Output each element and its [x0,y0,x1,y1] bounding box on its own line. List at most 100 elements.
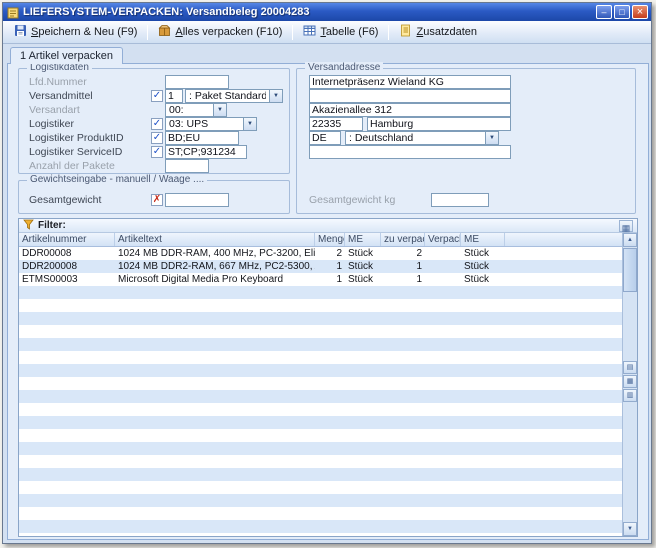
cell-artikelnummer: DDR200008 [19,260,115,273]
produkt-id-row: Logistiker ProduktID [19,131,289,145]
table-row-empty[interactable] [19,455,622,468]
gesamtgewicht-label: Gesamtgewicht [29,194,101,206]
table-row-empty[interactable] [19,442,622,455]
versandmittel-code-input[interactable] [165,89,183,103]
table-row-empty[interactable] [19,351,622,364]
address-city-row [297,117,635,131]
address-city-input[interactable] [367,117,511,131]
table-row-empty[interactable] [19,325,622,338]
close-button[interactable] [632,5,648,19]
cell-menge: 1 [315,273,345,286]
column-header-me[interactable]: ME [345,233,381,246]
cell-me: Stück [345,260,381,273]
produkt-id-checked-icon[interactable] [151,132,163,144]
logistiker-combo-input[interactable] [165,117,243,131]
cell-verpackt [425,273,461,286]
toolbar-separator [388,25,389,40]
country-combo-input[interactable] [345,131,485,145]
column-header-menge[interactable]: Menge [315,233,345,246]
address-street-input[interactable] [309,103,511,117]
address-extra-row [297,145,635,159]
service-id-checked-icon[interactable] [151,146,163,158]
versandart-combo-input[interactable] [165,103,213,117]
logistiker-combo[interactable] [165,117,257,131]
grid-tool-rows-icon[interactable] [623,361,637,374]
table-row-empty[interactable] [19,429,622,442]
cell-me: Stück [345,273,381,286]
logistiker-checked-icon[interactable] [151,118,163,130]
column-header-me2[interactable]: ME [461,233,505,246]
address-name2-input[interactable] [309,89,511,103]
column-header-zu-verpacken[interactable]: zu verpacke [381,233,425,246]
table-row-empty[interactable] [19,494,622,507]
service-id-input[interactable] [165,145,247,159]
scroll-down-icon[interactable] [623,522,637,536]
table-row-empty[interactable] [19,520,622,533]
versandmittel-combo[interactable] [185,89,283,103]
grid-side-tools [623,361,637,403]
cell-artikeltext: Microsoft Digital Media Pro Keyboard [115,273,315,286]
versandmittel-label: Versandmittel [29,90,93,102]
grid-tool-grid-icon[interactable] [623,375,637,388]
table-row-empty[interactable] [19,403,622,416]
lfd-nummer-input[interactable] [165,75,229,89]
versandadresse-group: Versandadresse [296,68,636,214]
scroll-up-icon[interactable] [623,233,637,247]
column-header-artikelnummer[interactable]: Artikelnummer [19,233,115,246]
anzahl-pakete-row: Anzahl der Pakete [19,159,289,173]
table-row-empty[interactable] [19,286,622,299]
logistiker-dropdown-icon[interactable] [243,117,257,131]
scrollbar-thumb[interactable] [623,248,637,292]
logistiker-label: Logistiker [29,118,74,130]
table-row-empty[interactable] [19,299,622,312]
tabelle-button[interactable]: Tabelle (F6) [297,21,384,43]
table-row[interactable]: ETMS00003 Microsoft Digital Media Pro Ke… [19,273,622,286]
anzahl-pakete-input[interactable] [165,159,209,173]
filter-bar: Filter: [19,219,637,233]
table-row-empty[interactable] [19,507,622,520]
maximize-button[interactable] [614,5,630,19]
table-row-empty[interactable] [19,533,622,536]
versandart-dropdown-icon[interactable] [213,103,227,117]
address-zip-input[interactable] [309,117,363,131]
grid-tool-columns-icon[interactable] [623,389,637,402]
country-combo[interactable] [345,131,499,145]
versandmittel-dropdown-icon[interactable] [269,89,283,103]
address-name1-input[interactable] [309,75,511,89]
title-bar[interactable]: LIEFERSYSTEM-VERPACKEN: Versandbeleg 200… [3,3,651,21]
gesamtgewicht-kg-input[interactable] [431,193,489,207]
filter-label: Filter: [38,220,66,231]
minimize-button[interactable] [596,5,612,19]
versandmittel-combo-input[interactable] [185,89,269,103]
table-row-empty[interactable] [19,338,622,351]
column-header-artikeltext[interactable]: Artikeltext [115,233,315,246]
versandmittel-checked-icon[interactable] [151,90,163,102]
zusatzdaten-button[interactable]: Zusatzdaten [393,21,483,43]
table-row-empty[interactable] [19,312,622,325]
country-code-input[interactable] [309,131,341,145]
alles-verpacken-button[interactable]: Alles verpacken (F10) [152,21,288,43]
tab-artikel-verpacken[interactable]: 1 Artikel verpacken [10,47,123,64]
produkt-id-input[interactable] [165,131,239,145]
produkt-id-label: Logistiker ProduktID [29,132,124,144]
zusatzdaten-label: Zusatzdaten [416,26,477,38]
table-row-empty[interactable] [19,390,622,403]
logistiker-row: Logistiker [19,117,289,131]
gesamtgewicht-input[interactable] [165,193,229,207]
table-row[interactable]: DDR00008 1024 MB DDR-RAM, 400 MHz, PC-32… [19,247,622,260]
versandart-combo[interactable] [165,103,227,117]
table-row-empty[interactable] [19,481,622,494]
address-extra-input[interactable] [309,145,511,159]
save-and-new-button[interactable]: Speichern & Neu (F9) [8,21,143,43]
table-row-empty[interactable] [19,468,622,481]
table-row[interactable]: DDR200008 1024 MB DDR2-RAM, 667 MHz, PC2… [19,260,622,273]
country-dropdown-icon[interactable] [485,131,499,145]
table-row-empty[interactable] [19,416,622,429]
gesamtgewicht-unchecked-icon[interactable] [151,194,163,206]
table-row-empty[interactable] [19,364,622,377]
column-header-verpackt[interactable]: Verpackt [425,233,461,246]
cell-me: Stück [345,247,381,260]
table-row-empty[interactable] [19,377,622,390]
vertical-scrollbar[interactable] [622,233,637,536]
grid-customize-button[interactable] [619,220,633,232]
